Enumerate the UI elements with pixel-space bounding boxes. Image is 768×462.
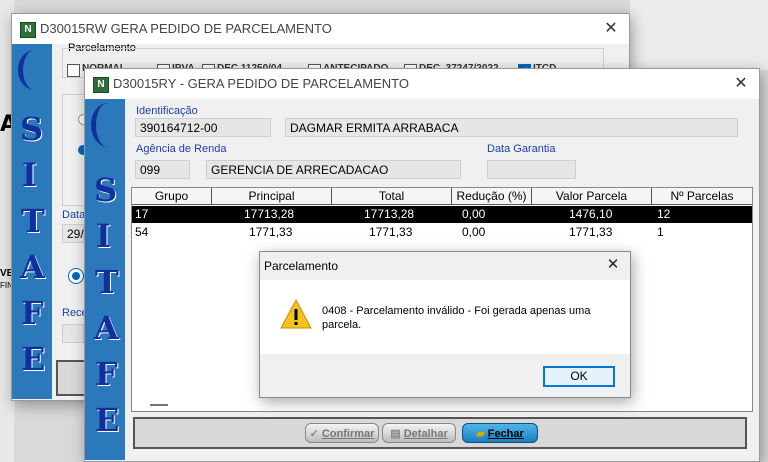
- table-row[interactable]: 54 1771,33 1771,33 0,00 1771,33 1: [132, 224, 752, 241]
- back-data-field[interactable]: 29/1: [62, 224, 90, 243]
- back-window-titlebar[interactable]: N D30015RW GERA PEDIDO DE PARCELAMENTO ✕: [12, 14, 629, 44]
- background-right-panel: [630, 0, 768, 70]
- detalhar-label: Detalhar: [403, 428, 448, 440]
- front-window-sidebar: S I T A F E: [85, 99, 125, 460]
- sitafe-letter: F: [21, 294, 44, 332]
- table-cell: 1771,33: [569, 225, 613, 239]
- back-rece-field[interactable]: [62, 324, 84, 343]
- table-cell: 1476,10: [569, 207, 613, 221]
- app-icon: N: [93, 77, 109, 93]
- back-window-title: D30015RW GERA PEDIDO DE PARCELAMENTO: [40, 21, 332, 36]
- agencia-code-field[interactable]: 099: [135, 160, 190, 179]
- table-cell: 1: [657, 225, 664, 239]
- sitafe-letter: F: [95, 355, 118, 393]
- checkbox-normal[interactable]: [67, 64, 80, 77]
- confirmar-label: Confirmar: [321, 428, 375, 440]
- back-window-sidebar: S I T A F E: [12, 44, 52, 399]
- warning-icon: [280, 299, 312, 329]
- dialog-message: 0408 - Parcelamento inválido - Foi gerad…: [322, 305, 591, 331]
- table-scroll-indicator[interactable]: [150, 404, 168, 406]
- data-garantia-label: Data Garantia: [487, 143, 556, 155]
- table-header-grupo[interactable]: Grupo: [132, 188, 212, 205]
- sitafe-letter: I: [96, 217, 111, 255]
- table-cell: 1771,33: [249, 225, 293, 239]
- dialog-title: Parcelamento: [264, 259, 339, 273]
- sitafe-letter: T: [95, 263, 119, 301]
- table-cell: 1771,33: [369, 225, 413, 239]
- back-window-close-icon[interactable]: ✕: [599, 17, 623, 41]
- table-cell: 54: [135, 225, 149, 239]
- dialog-content: 0408 - Parcelamento inválido - Foi gerad…: [260, 280, 630, 354]
- confirmar-button[interactable]: ✓ Confirmar: [305, 423, 379, 443]
- sitafe-letter: T: [21, 202, 45, 240]
- dialog-titlebar[interactable]: Parcelamento ✕: [260, 252, 630, 280]
- back-radio-selected-2[interactable]: [68, 268, 84, 284]
- back-radio-dot: [72, 272, 80, 280]
- sitafe-letter: I: [22, 156, 37, 194]
- sitafe-letter: E: [95, 401, 120, 439]
- table-cell: 0,00: [462, 207, 486, 221]
- app-icon: N: [20, 22, 36, 38]
- contribuinte-name-field[interactable]: DAGMAR ERMITA ARRABACA: [285, 118, 738, 137]
- sitafe-logo-swirl-icon: [91, 103, 124, 147]
- agencia-label: Agência de Renda: [136, 143, 227, 155]
- fechar-button[interactable]: ▰ Fechar: [462, 423, 538, 443]
- front-window-titlebar[interactable]: N D30015RY - GERA PEDIDO DE PARCELAMENTO…: [85, 69, 759, 99]
- table-row[interactable]: 17 17713,28 17713,28 0,00 1476,10 12: [132, 206, 752, 223]
- agencia-name-field[interactable]: GERENCIA DE ARRECADACAO: [206, 160, 461, 179]
- dialog-close-icon[interactable]: ✕: [602, 254, 624, 276]
- identificacao-label: Identificação: [136, 105, 198, 117]
- table-cell: 17713,28: [244, 207, 295, 221]
- front-window-close-icon[interactable]: ✕: [729, 72, 753, 96]
- detalhar-button[interactable]: ▤ Detalhar: [382, 423, 456, 443]
- parcelamento-dialog: Parcelamento ✕ 0408 - Parcelamento invál…: [259, 251, 631, 398]
- identificacao-field[interactable]: 390164712-00: [135, 118, 271, 137]
- table-header-reducao[interactable]: Redução (%): [452, 188, 532, 205]
- sitafe-letter: A: [20, 248, 45, 286]
- data-garantia-field[interactable]: [487, 160, 576, 179]
- sitafe-letter: S: [94, 171, 118, 209]
- table-header-principal[interactable]: Principal: [212, 188, 332, 205]
- table-cell: 17: [135, 207, 149, 221]
- table-header-valor-parcela[interactable]: Valor Parcela: [532, 188, 652, 205]
- confirmar-check-icon: ✓: [309, 428, 319, 440]
- table-cell: 17713,28: [364, 207, 415, 221]
- sitafe-letter: S: [20, 110, 44, 148]
- table-cell: 0,00: [462, 225, 486, 239]
- fechar-folder-icon: ▰: [476, 428, 485, 440]
- back-data-label: Data: [62, 209, 86, 221]
- dialog-ok-button[interactable]: OK: [543, 366, 615, 387]
- fechar-label: Fechar: [487, 428, 524, 440]
- sitafe-letter: A: [94, 309, 119, 347]
- table-header-total[interactable]: Total: [332, 188, 452, 205]
- detalhar-list-icon: ▤: [390, 428, 401, 440]
- front-window-title: D30015RY - GERA PEDIDO DE PARCELAMENTO: [113, 76, 409, 91]
- table-header-num-parcelas[interactable]: Nº Parcelas: [652, 188, 752, 205]
- table-cell: 12: [657, 207, 671, 221]
- sitafe-letter: E: [21, 340, 46, 378]
- sitafe-logo-swirl-icon: [18, 50, 51, 90]
